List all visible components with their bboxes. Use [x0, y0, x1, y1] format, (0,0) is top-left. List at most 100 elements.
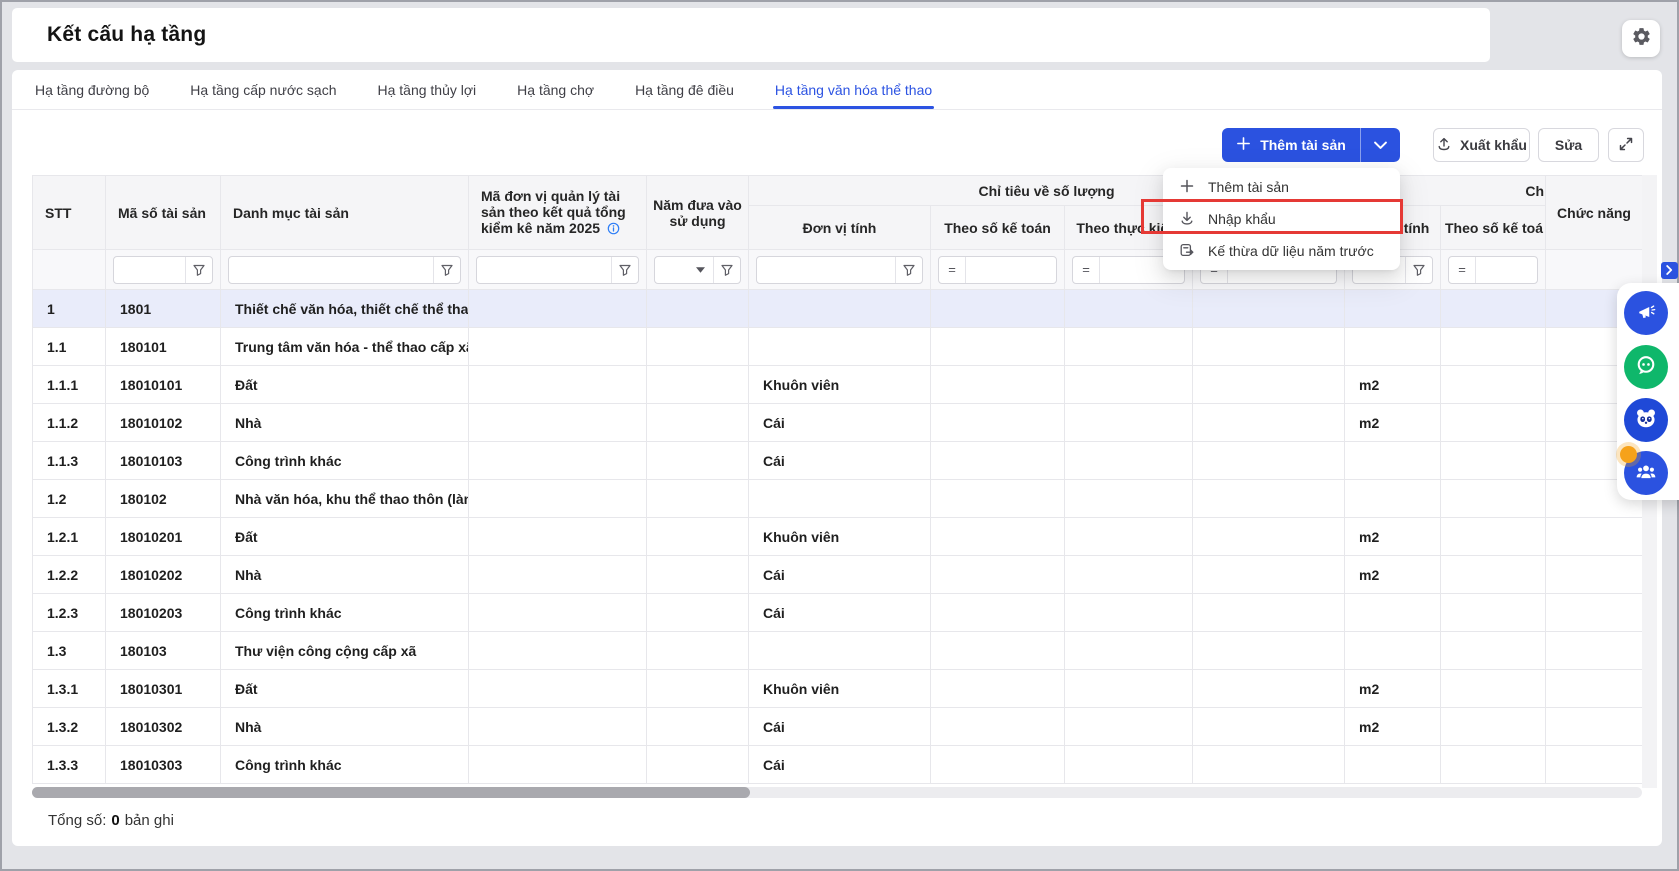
- panda-icon: [1634, 406, 1658, 435]
- filter-input-unit-code[interactable]: [477, 257, 611, 283]
- table-cell: [647, 670, 749, 708]
- filter-cell-unit-code: [469, 250, 647, 290]
- col-header-asset-category: Danh mục tài sản: [221, 176, 469, 250]
- table-cell: Đất: [221, 366, 469, 404]
- table-row[interactable]: 1.1.118010101ĐấtKhuôn viênm2: [33, 366, 1643, 404]
- table-cell: Cái: [749, 746, 931, 784]
- chevron-down-icon[interactable]: [687, 257, 713, 283]
- filter-operator[interactable]: =: [939, 257, 965, 283]
- tab-ha-tang-cho[interactable]: Hạ tầng chợ: [515, 70, 596, 109]
- table-cell: [1441, 708, 1546, 746]
- horizontal-scrollbar-thumb[interactable]: [32, 787, 750, 798]
- table-cell: [469, 632, 647, 670]
- table-cell: Nhà: [221, 404, 469, 442]
- table-cell: 18010303: [106, 746, 221, 784]
- table-cell: [1065, 442, 1193, 480]
- menu-item-them-tai-san[interactable]: Thêm tài sản: [1163, 171, 1400, 203]
- add-asset-dropdown-button[interactable]: [1360, 128, 1400, 162]
- table-cell: Nhà văn hóa, khu thể thao thôn (làng, ..…: [221, 480, 469, 518]
- tab-ha-tang-duong-bo[interactable]: Hạ tầng đường bộ: [33, 70, 151, 109]
- filter-input-quantity-unit[interactable]: [757, 257, 895, 283]
- table-cell: [469, 442, 647, 480]
- table-row[interactable]: 11801Thiết chế văn hóa, thiết chế thể th…: [33, 290, 1643, 328]
- table-row[interactable]: 1.2.318010203Công trình khácCái: [33, 594, 1643, 632]
- table-row[interactable]: 1.3180103Thư viện công cộng cấp xã: [33, 632, 1643, 670]
- settings-button[interactable]: [1622, 20, 1660, 57]
- filter-funnel-icon[interactable]: [186, 257, 212, 283]
- table-row[interactable]: 1.2180102Nhà văn hóa, khu thể thao thôn …: [33, 480, 1643, 518]
- table-cell: [931, 746, 1065, 784]
- filter-input-value-accounting[interactable]: [1476, 257, 1537, 283]
- table-row[interactable]: 1.1.218010102NhàCáim2: [33, 404, 1643, 442]
- filter-input-asset-category[interactable]: [229, 257, 433, 283]
- table-cell: Đất: [221, 670, 469, 708]
- tab-ha-tang-thuy-loi[interactable]: Hạ tầng thủy lợi: [375, 70, 478, 109]
- table-cell: [647, 518, 749, 556]
- table-cell: 1801: [106, 290, 221, 328]
- table-cell: [469, 594, 647, 632]
- export-button[interactable]: Xuất khẩu: [1433, 128, 1530, 162]
- announcement-button[interactable]: [1624, 291, 1668, 335]
- filter-funnel-icon[interactable]: [612, 257, 638, 283]
- tab-ha-tang-de-dieu[interactable]: Hạ tầng đê điều: [633, 70, 736, 109]
- table-cell: 18010203: [106, 594, 221, 632]
- table-cell: [931, 328, 1065, 366]
- asset-table: STT Mã số tài sản Danh mục tài sản Mã đơ…: [32, 175, 1642, 788]
- chat-button[interactable]: [1624, 345, 1668, 389]
- side-panel-toggle[interactable]: [1661, 262, 1678, 279]
- table-cell: [1345, 632, 1441, 670]
- table-row[interactable]: 1.3.218010302NhàCáim2: [33, 708, 1643, 746]
- table-cell: [1546, 708, 1642, 746]
- filter-cell-quantity-unit: [749, 250, 931, 290]
- table-cell: [931, 366, 1065, 404]
- table-cell: Thư viện công cộng cấp xã: [221, 632, 469, 670]
- table-cell: [1441, 594, 1546, 632]
- table-cell: 1.2.3: [33, 594, 106, 632]
- table-row[interactable]: 1.3.318010303Công trình khácCái: [33, 746, 1643, 784]
- col-header-asset-code: Mã số tài sản: [106, 176, 221, 250]
- table-row[interactable]: 1.1.318010103Công trình khácCái: [33, 442, 1643, 480]
- table-row[interactable]: 1.2.118010201ĐấtKhuôn viênm2: [33, 518, 1643, 556]
- filter-input-asset-code[interactable]: [114, 257, 185, 283]
- table-cell: [469, 366, 647, 404]
- info-icon[interactable]: [607, 222, 620, 238]
- table-cell: [749, 290, 931, 328]
- filter-funnel-icon[interactable]: [714, 257, 740, 283]
- filter-operator[interactable]: =: [1073, 257, 1099, 283]
- filter-operator[interactable]: =: [1449, 257, 1475, 283]
- menu-item-ke-thua-du-lieu[interactable]: Kế thừa dữ liệu năm trước: [1163, 235, 1400, 267]
- filter-funnel-icon[interactable]: [434, 257, 460, 283]
- panda-assistant-button[interactable]: [1624, 398, 1668, 442]
- filter-funnel-icon[interactable]: [896, 257, 922, 283]
- table-cell: 18010302: [106, 708, 221, 746]
- table-cell: 1.3.1: [33, 670, 106, 708]
- table-cell: m2: [1345, 556, 1441, 594]
- table-cell: [469, 404, 647, 442]
- filter-funnel-icon[interactable]: [1406, 257, 1432, 283]
- table-cell: Đất: [221, 518, 469, 556]
- filter-input-quantity-accounting[interactable]: [966, 257, 1056, 283]
- table-row[interactable]: 1.3.118010301ĐấtKhuôn viênm2: [33, 670, 1643, 708]
- table-cell: [469, 290, 647, 328]
- add-asset-button[interactable]: Thêm tài sản: [1222, 128, 1360, 162]
- table-cell: [647, 594, 749, 632]
- table-cell: [1065, 708, 1193, 746]
- expand-button[interactable]: [1608, 128, 1644, 162]
- table-cell: 1.3.2: [33, 708, 106, 746]
- tab-ha-tang-van-hoa-the-thao[interactable]: Hạ tầng văn hóa thể thao: [773, 70, 934, 109]
- table-cell: 1.3: [33, 632, 106, 670]
- table-cell: [1546, 518, 1642, 556]
- table-cell: [1193, 746, 1345, 784]
- table-cell: [1065, 746, 1193, 784]
- table-row[interactable]: 1.1180101Trung tâm văn hóa - thể thao cấ…: [33, 328, 1643, 366]
- tab-ha-tang-cap-nuoc-sach[interactable]: Hạ tầng cấp nước sạch: [188, 70, 338, 109]
- table-row[interactable]: 1.2.218010202NhàCáim2: [33, 556, 1643, 594]
- table-cell: [647, 556, 749, 594]
- horizontal-scrollbar[interactable]: [32, 787, 1642, 798]
- table-cell: [1193, 366, 1345, 404]
- table-cell: [931, 404, 1065, 442]
- upload-icon: [1436, 136, 1452, 155]
- menu-item-nhap-khau[interactable]: Nhập khẩu: [1163, 203, 1400, 235]
- table-cell: m2: [1345, 518, 1441, 556]
- edit-button[interactable]: Sửa: [1538, 128, 1599, 162]
